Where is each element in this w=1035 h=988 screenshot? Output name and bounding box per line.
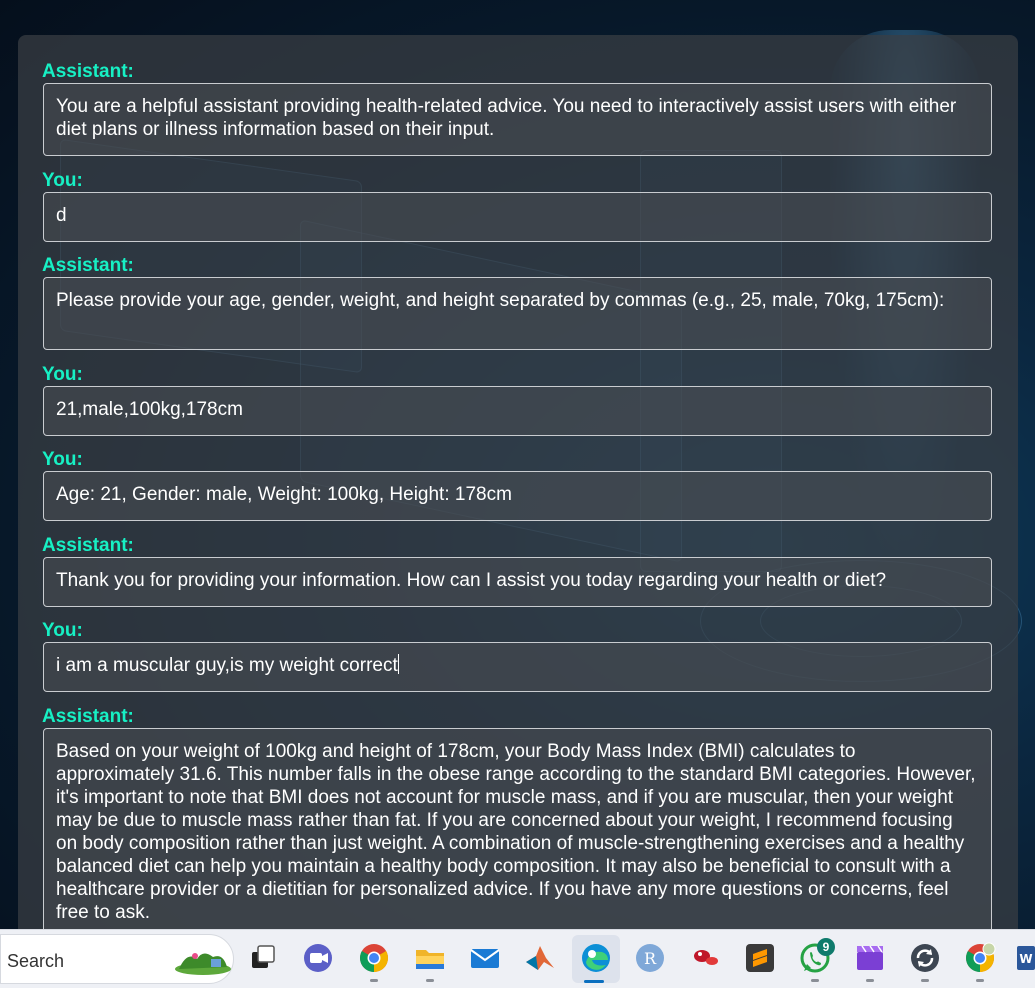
windows-taskbar: Search R 9 W <box>0 929 1035 988</box>
speaker-label: Assistant: <box>42 706 134 727</box>
whatsapp-notification-badge: 9 <box>817 938 835 956</box>
running-indicator <box>976 979 984 982</box>
r-icon[interactable]: R <box>634 942 666 974</box>
message-text-box[interactable]: Please provide your age, gender, weight,… <box>43 277 992 350</box>
search-highlight-icon <box>175 953 231 975</box>
speaker-label: You: <box>42 364 83 385</box>
meet-icon[interactable] <box>302 942 334 974</box>
video-editor-icon[interactable] <box>854 942 886 974</box>
message-text-box[interactable]: Age: 21, Gender: male, Weight: 100kg, He… <box>43 471 992 521</box>
speaker-label: You: <box>42 620 83 641</box>
mail-icon[interactable] <box>469 942 501 974</box>
running-indicator <box>426 979 434 982</box>
message-input-text: i am a muscular guy,is my weight correct <box>56 655 398 676</box>
speaker-label: Assistant: <box>42 255 134 276</box>
sublime-text-icon[interactable] <box>744 942 776 974</box>
matlab-icon[interactable] <box>524 942 556 974</box>
active-app-indicator <box>584 980 604 983</box>
text-caret <box>397 654 399 674</box>
speaker-label: You: <box>42 449 83 470</box>
message-input-box[interactable]: i am a muscular guy,is my weight correct <box>43 642 992 692</box>
svg-text:R: R <box>644 949 657 968</box>
pill-app-icon[interactable] <box>690 942 722 974</box>
message-text-box[interactable]: You are a helpful assistant providing he… <box>43 83 992 156</box>
search-label: Search <box>7 951 65 971</box>
speaker-label: Assistant: <box>42 61 134 82</box>
message-text-box[interactable]: d <box>43 192 992 242</box>
running-indicator <box>811 979 819 982</box>
running-indicator <box>866 979 874 982</box>
message-text-box[interactable]: Thank you for providing your information… <box>43 557 992 607</box>
chat-window: Assistant: You are a helpful assistant p… <box>18 35 1018 935</box>
message-text-box[interactable]: 21,male,100kg,178cm <box>43 386 992 436</box>
running-indicator <box>370 979 378 982</box>
file-explorer-icon[interactable] <box>414 942 446 974</box>
word-icon[interactable]: W <box>1017 942 1035 974</box>
message-text-box[interactable]: Based on your weight of 100kg and height… <box>43 728 992 935</box>
running-indicator <box>921 979 929 982</box>
speaker-label: Assistant: <box>42 535 134 556</box>
svg-text:W: W <box>1019 952 1032 966</box>
chrome-profile-icon[interactable] <box>964 942 996 974</box>
edge-icon[interactable] <box>580 942 612 974</box>
chrome-icon[interactable] <box>358 942 390 974</box>
taskbar-search-box[interactable]: Search <box>0 934 234 984</box>
sync-icon[interactable] <box>909 942 941 974</box>
task-view-icon[interactable] <box>248 942 280 974</box>
speaker-label: You: <box>42 170 83 191</box>
